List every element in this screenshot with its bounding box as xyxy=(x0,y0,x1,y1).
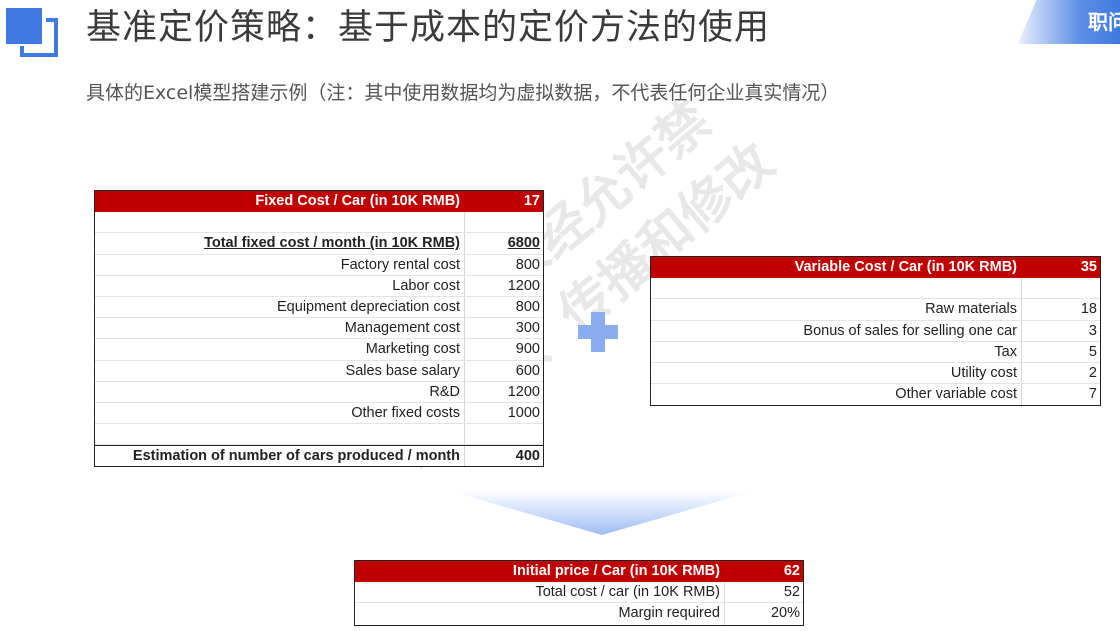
total-fixed-cost-row: Total fixed cost / month (in 10K RMB) 68… xyxy=(95,233,543,255)
estimation-label: Estimation of number of cars produced / … xyxy=(95,446,465,467)
cost-item-label: Sales base salary xyxy=(95,360,465,381)
table-row: R&D 1200 xyxy=(95,381,543,403)
cost-item-label: Marketing cost xyxy=(95,339,465,360)
table-row: Bonus of sales for selling one car 3 xyxy=(651,320,1100,342)
brand-text: 职问 xyxy=(1088,10,1120,34)
result-item-value: 52 xyxy=(783,584,800,601)
variable-cost-header-row: Variable Cost / Car (in 10K RMB) 35 xyxy=(651,257,1100,279)
variable-cost-header-label: Variable Cost / Car (in 10K RMB) xyxy=(651,257,1022,279)
cost-item-label: Labor cost xyxy=(95,275,465,296)
cost-item-label: Raw materials xyxy=(651,299,1022,320)
fixed-cost-header-value: 17 xyxy=(523,193,540,209)
result-item-label: Total cost / car (in 10K RMB) xyxy=(355,582,725,603)
cost-item-value: 600 xyxy=(515,362,540,379)
table-row: Equipment depreciation cost 800 xyxy=(95,296,543,319)
cost-item-value: 1200 xyxy=(507,277,540,294)
table-row: Sales base salary 600 xyxy=(95,360,543,382)
cost-item-label: Other variable cost xyxy=(651,384,1022,406)
fixed-cost-header-label: Fixed Cost / Car (in 10K RMB) xyxy=(95,191,465,213)
initial-price-table: Initial price / Car (in 10K RMB) 62 Tota… xyxy=(354,560,804,626)
variable-cost-header-value: 35 xyxy=(1080,259,1097,275)
cost-item-label: Factory rental cost xyxy=(95,254,465,275)
estimation-value: 400 xyxy=(515,448,540,465)
cost-item-value: 300 xyxy=(515,320,540,337)
cost-item-value: 7 xyxy=(1088,386,1097,403)
blank-row xyxy=(95,212,543,234)
total-fixed-cost-value: 6800 xyxy=(507,235,540,252)
fixed-cost-header-row: Fixed Cost / Car (in 10K RMB) 17 xyxy=(95,191,543,213)
page-subtitle: 具体的Excel模型搭建示例（注：其中使用数据均为虚拟数据，不代表任何企业真实情… xyxy=(86,82,840,104)
cost-item-label: Bonus of sales for selling one car xyxy=(651,320,1022,341)
table-row: Factory rental cost 800 xyxy=(95,254,543,276)
table-row: Utility cost 2 xyxy=(651,362,1100,385)
blank-row xyxy=(95,424,543,446)
table-row: Marketing cost 900 xyxy=(95,339,543,361)
blank-row xyxy=(651,278,1100,300)
plus-icon xyxy=(578,312,618,352)
initial-price-header-label: Initial price / Car (in 10K RMB) xyxy=(355,561,725,583)
table-row: Raw materials 18 xyxy=(651,299,1100,321)
fixed-cost-table: Fixed Cost / Car (in 10K RMB) 17 Total f… xyxy=(94,190,544,468)
page-title: 基准定价策略：基于成本的定价方法的使用 xyxy=(86,8,771,48)
cost-item-label: Equipment depreciation cost xyxy=(95,296,465,318)
table-row: Margin required 20% xyxy=(355,603,803,625)
table-row: Other fixed costs 1000 xyxy=(95,402,543,425)
cost-item-value: 3 xyxy=(1088,322,1097,339)
logo-icon xyxy=(6,8,58,57)
cost-item-value: 5 xyxy=(1088,343,1097,360)
result-item-value: 20% xyxy=(770,605,800,622)
cost-item-label: Other fixed costs xyxy=(95,402,465,424)
cost-item-value: 900 xyxy=(515,341,540,358)
cost-item-value: 800 xyxy=(515,256,540,273)
cost-item-label: R&D xyxy=(95,381,465,402)
variable-cost-table: Variable Cost / Car (in 10K RMB) 35 Raw … xyxy=(650,256,1101,407)
cost-item-value: 1200 xyxy=(507,383,540,400)
cost-item-label: Tax xyxy=(651,341,1022,362)
brand-tab: 职问 xyxy=(1018,0,1120,44)
cost-item-label: Utility cost xyxy=(651,362,1022,384)
table-row: Management cost 300 xyxy=(95,318,543,340)
cost-item-value: 1000 xyxy=(507,404,540,421)
table-row: Tax 5 xyxy=(651,341,1100,363)
cost-item-label: Management cost xyxy=(95,318,465,339)
cost-item-value: 2 xyxy=(1088,364,1097,381)
initial-price-header-row: Initial price / Car (in 10K RMB) 62 xyxy=(355,561,803,583)
table-row: Other variable cost 7 xyxy=(651,384,1100,406)
down-arrow-icon xyxy=(450,491,754,535)
cost-item-value: 800 xyxy=(515,298,540,315)
table-row: Labor cost 1200 xyxy=(95,275,543,297)
total-fixed-cost-label: Total fixed cost / month (in 10K RMB) xyxy=(95,233,465,254)
result-item-label: Margin required xyxy=(355,603,725,625)
cost-item-value: 18 xyxy=(1080,301,1097,318)
initial-price-header-value: 62 xyxy=(783,563,800,579)
table-row: Total cost / car (in 10K RMB) 52 xyxy=(355,582,803,604)
estimation-row: Estimation of number of cars produced / … xyxy=(95,445,543,467)
